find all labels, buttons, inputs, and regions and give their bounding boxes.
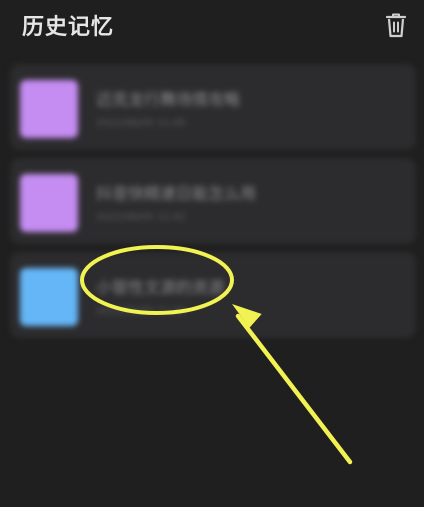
item-title: 抖音快精速日能怎么用 <box>96 184 257 203</box>
history-item[interactable]: 抖音快精速日能怎么用 2022/06/05 11:42 <box>10 158 416 244</box>
trash-icon[interactable] <box>383 11 409 39</box>
header: 历史记忆 <box>0 0 424 56</box>
item-subtitle: 2022/06/05 11:42 <box>96 212 186 223</box>
item-subtitle: 2022/06/05 11:40 <box>96 306 186 317</box>
item-thumbnail <box>20 268 78 326</box>
history-list: 迈克龙行舞场情攻略 2022/06/05 11:45 抖音快精速日能怎么用 20… <box>10 64 416 346</box>
history-screen: 历史记忆 迈克龙行舞场情攻略 2022/06/05 11:45 抖音快精速日能怎… <box>0 0 424 507</box>
item-thumbnail <box>20 80 78 138</box>
page-title: 历史记忆 <box>22 15 115 40</box>
item-title: 小管性文源的资源 <box>96 278 225 297</box>
history-item[interactable]: 小管性文源的资源 2022/06/05 11:40 <box>10 252 416 338</box>
item-thumbnail <box>20 174 78 232</box>
item-subtitle: 2022/06/05 11:45 <box>96 118 186 129</box>
item-title: 迈克龙行舞场情攻略 <box>96 90 241 109</box>
history-item[interactable]: 迈克龙行舞场情攻略 2022/06/05 11:45 <box>10 64 416 150</box>
